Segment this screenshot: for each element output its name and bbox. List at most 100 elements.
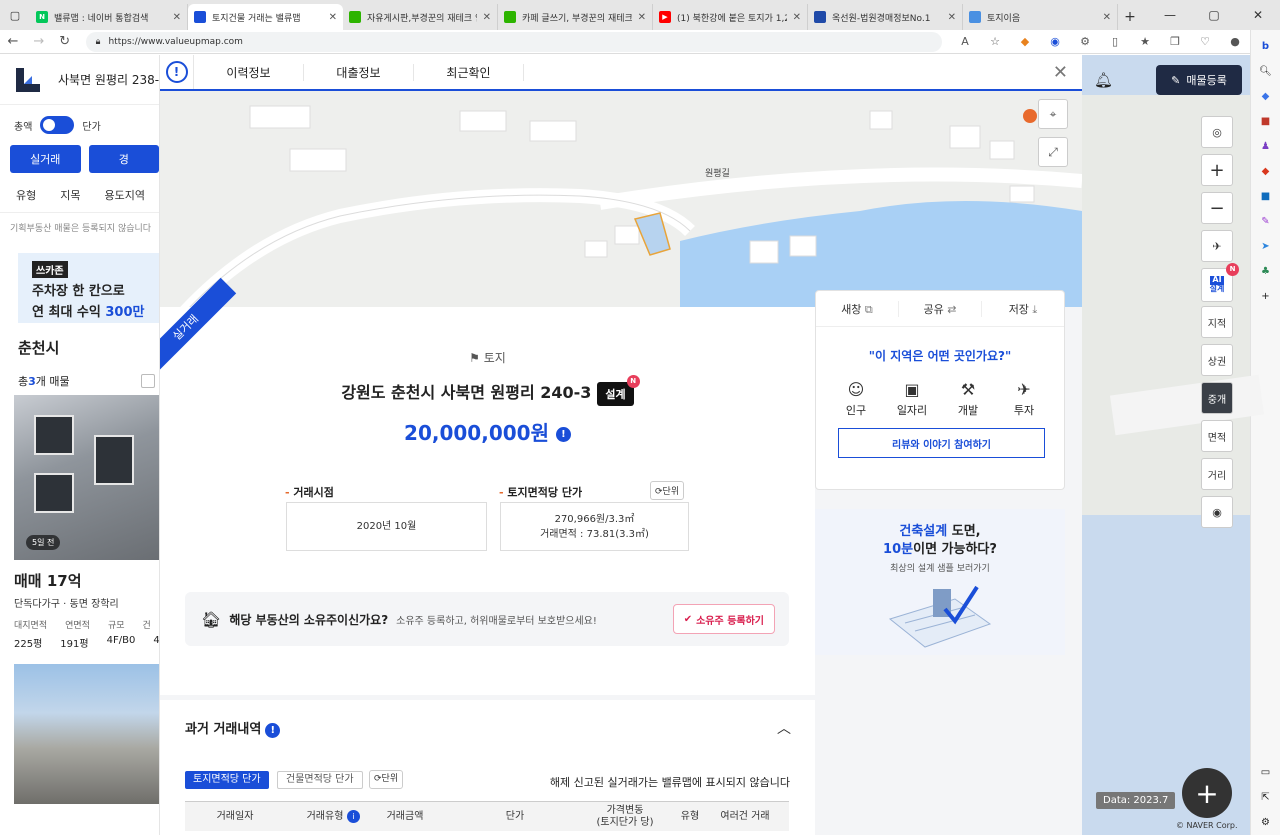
window-icon[interactable]: ▭ bbox=[1251, 760, 1280, 785]
category-0[interactable]: ☺ 인구 bbox=[838, 380, 874, 418]
refresh-icon[interactable]: ↻ bbox=[52, 34, 78, 49]
pin-icon[interactable]: ◉ bbox=[1201, 496, 1233, 528]
category-3[interactable]: ✈ 투자 bbox=[1006, 380, 1042, 418]
zoom-out-button[interactable]: − bbox=[1201, 192, 1233, 224]
collections-icon[interactable]: ❐ bbox=[1160, 35, 1190, 48]
price-mode-toggle[interactable] bbox=[40, 116, 75, 134]
category-2[interactable]: ⚒ 개발 bbox=[950, 380, 986, 418]
land-unit-tab[interactable]: 토지면적당 단가 bbox=[185, 771, 269, 789]
location-text[interactable]: 사북면 원평리 238-1 bbox=[58, 71, 159, 88]
building-unit-tab[interactable]: 건물면적당 단가 bbox=[277, 771, 363, 789]
location-pin-icon[interactable]: ⌖ bbox=[1038, 99, 1068, 129]
price-info-icon[interactable]: ! bbox=[555, 427, 571, 442]
favorites-icon[interactable]: ★ bbox=[1130, 35, 1160, 48]
minimize-icon[interactable]: — bbox=[1148, 0, 1192, 30]
extensions-icon[interactable]: ⚙ bbox=[1070, 35, 1100, 48]
filter-checkbox[interactable] bbox=[141, 374, 155, 388]
action-1[interactable]: 공유 ⇄ bbox=[899, 300, 982, 317]
unit-switch-button[interactable]: ⟳단위 bbox=[369, 770, 404, 789]
parcel-map[interactable]: 원평길 ⌖ ⤢ bbox=[160, 91, 1082, 307]
add-fab-button[interactable]: + bbox=[1182, 768, 1232, 818]
bell-icon[interactable]: 🔔︎ bbox=[1094, 71, 1113, 89]
listing-photo[interactable]: 5일 전 bbox=[14, 395, 159, 560]
favorite-star-icon[interactable]: ☆ bbox=[980, 35, 1010, 48]
address-bar[interactable]: 🔒︎ https://www.valueupmap.com bbox=[85, 31, 943, 52]
browser-tab[interactable]: 카페 글쓰기, 부경꾼의 재테크 ✕ bbox=[498, 4, 653, 30]
locate-icon[interactable]: ◎ bbox=[1201, 116, 1233, 148]
browser-tab[interactable]: 옥선원-법원경매정보No.1 ✕ bbox=[808, 4, 963, 30]
filter-2[interactable]: 용도지역 bbox=[105, 187, 145, 212]
map-tool-0[interactable]: 지적 bbox=[1201, 306, 1233, 338]
design-ad-card[interactable]: 건축설계 도면, 10분이면 가능하다? 최상의 설계 샘플 보러가기 bbox=[815, 509, 1065, 655]
tab-close-icon[interactable]: ✕ bbox=[329, 12, 337, 23]
settings-icon[interactable]: ⚙ bbox=[1251, 810, 1280, 835]
close-window-icon[interactable]: ✕ bbox=[1236, 0, 1280, 30]
external-icon[interactable]: ⇱ bbox=[1251, 785, 1280, 810]
split-screen-icon[interactable]: ▯ bbox=[1100, 35, 1130, 48]
send-icon[interactable]: ➤ bbox=[1251, 234, 1280, 259]
forward-icon[interactable]: → bbox=[26, 34, 52, 49]
map-tool-2[interactable]: 중개 bbox=[1201, 382, 1233, 414]
tab-close-icon[interactable]: ✕ bbox=[483, 12, 491, 23]
search-icon[interactable]: 🔍︎ bbox=[1251, 59, 1280, 84]
register-listing-button[interactable]: ✎ 매물등록 bbox=[1156, 65, 1242, 95]
valueupmap-logo[interactable] bbox=[14, 66, 42, 94]
parking-banner[interactable]: 쓰카존 주차장 한 칸으로 연 최대 수익 300만 bbox=[18, 253, 159, 323]
category-1[interactable]: ▣ 일자리 bbox=[894, 380, 930, 418]
collapse-chevron-icon[interactable]: ︿ bbox=[777, 718, 791, 738]
add-icon[interactable]: + bbox=[1251, 284, 1280, 309]
browser-tab[interactable]: 자유게시판,부경꾼의 재테크 인 ✕ bbox=[343, 4, 498, 30]
profile-avatar[interactable]: ● bbox=[1220, 35, 1250, 48]
new-tab-button[interactable]: + bbox=[1118, 4, 1142, 30]
map-tool-4[interactable]: 거리 bbox=[1201, 458, 1233, 490]
back-icon[interactable]: ← bbox=[0, 34, 26, 49]
past-info-icon[interactable]: ! bbox=[265, 723, 281, 738]
real-deal-button[interactable]: 실거래 bbox=[10, 145, 81, 173]
info-icon[interactable]: ! bbox=[160, 55, 194, 89]
auction-button[interactable]: 경 bbox=[88, 145, 159, 173]
heart-icon[interactable]: ♡ bbox=[1190, 35, 1220, 48]
action-0[interactable]: 새창 ⧉ bbox=[816, 300, 899, 317]
owner-register-button[interactable]: ✔ 소유주 등록하기 bbox=[672, 604, 775, 634]
tab-close-icon[interactable]: ✕ bbox=[793, 12, 801, 23]
games-icon[interactable]: ♟ bbox=[1251, 134, 1280, 159]
unit-toggle-button[interactable]: ⟳단위 bbox=[650, 481, 685, 500]
map-tool-1[interactable]: 상권 bbox=[1201, 344, 1233, 376]
browser-tab[interactable]: ▶ (1) 북한강에 붙은 토지가 1,20(✕ bbox=[653, 4, 808, 30]
modal-tab-1[interactable]: 대출정보 bbox=[304, 63, 414, 81]
ai-design-button[interactable]: AI 설계 N bbox=[1201, 263, 1239, 302]
browser-tab[interactable]: N 밸류맵 : 네이버 통합검색 ✕ bbox=[30, 4, 188, 30]
tab-close-icon[interactable]: ✕ bbox=[173, 12, 181, 23]
zoom-in-button[interactable]: + bbox=[1201, 154, 1233, 186]
tab-close-icon[interactable]: ✕ bbox=[1103, 12, 1111, 23]
designer-icon[interactable]: ✎ bbox=[1251, 209, 1280, 234]
satellite-icon[interactable]: ✈ bbox=[1201, 230, 1233, 262]
toolbox-icon[interactable]: ■ bbox=[1251, 109, 1280, 134]
tab-close-icon[interactable]: ✕ bbox=[948, 12, 956, 23]
review-button[interactable]: 리뷰와 이야기 참여하기 bbox=[838, 428, 1045, 458]
extension-fox-icon[interactable]: ◆ bbox=[1010, 35, 1040, 48]
read-aloud-icon[interactable]: A bbox=[950, 35, 980, 48]
listing-price[interactable]: 매매 17억 bbox=[0, 560, 159, 591]
tree-icon[interactable]: ♣ bbox=[1251, 259, 1280, 284]
deal-type-info-icon[interactable]: i bbox=[347, 810, 360, 823]
tag-icon[interactable]: ◆ bbox=[1251, 84, 1280, 109]
design-badge[interactable]: 설계 N bbox=[597, 374, 640, 406]
tab-close-icon[interactable]: ✕ bbox=[638, 12, 646, 23]
listing-photo-2[interactable] bbox=[14, 664, 159, 804]
filter-0[interactable]: 유형 bbox=[16, 187, 36, 212]
tab-actions-icon[interactable]: ▢ bbox=[0, 0, 30, 30]
action-2[interactable]: 저장 ⤓ bbox=[982, 301, 1064, 317]
extension-circle-icon[interactable]: ◉ bbox=[1040, 35, 1070, 48]
browser-tab[interactable]: 토지건물 거래는 밸류맵 ✕ bbox=[188, 4, 343, 30]
close-icon[interactable]: ✕ bbox=[1053, 62, 1068, 83]
browser-tab[interactable]: 토지이음 ✕ bbox=[963, 4, 1118, 30]
outlook-icon[interactable]: ■ bbox=[1251, 184, 1280, 209]
map-tool-3[interactable]: 면적 bbox=[1201, 420, 1233, 452]
modal-tab-2[interactable]: 최근확인 bbox=[414, 63, 524, 81]
filter-1[interactable]: 지목 bbox=[60, 187, 80, 212]
maximize-icon[interactable]: ▢ bbox=[1192, 0, 1236, 30]
modal-tab-0[interactable]: 이력정보 bbox=[194, 63, 304, 81]
fullscreen-icon[interactable]: ⤢ bbox=[1038, 137, 1068, 167]
office-icon[interactable]: ◆ bbox=[1251, 159, 1280, 184]
